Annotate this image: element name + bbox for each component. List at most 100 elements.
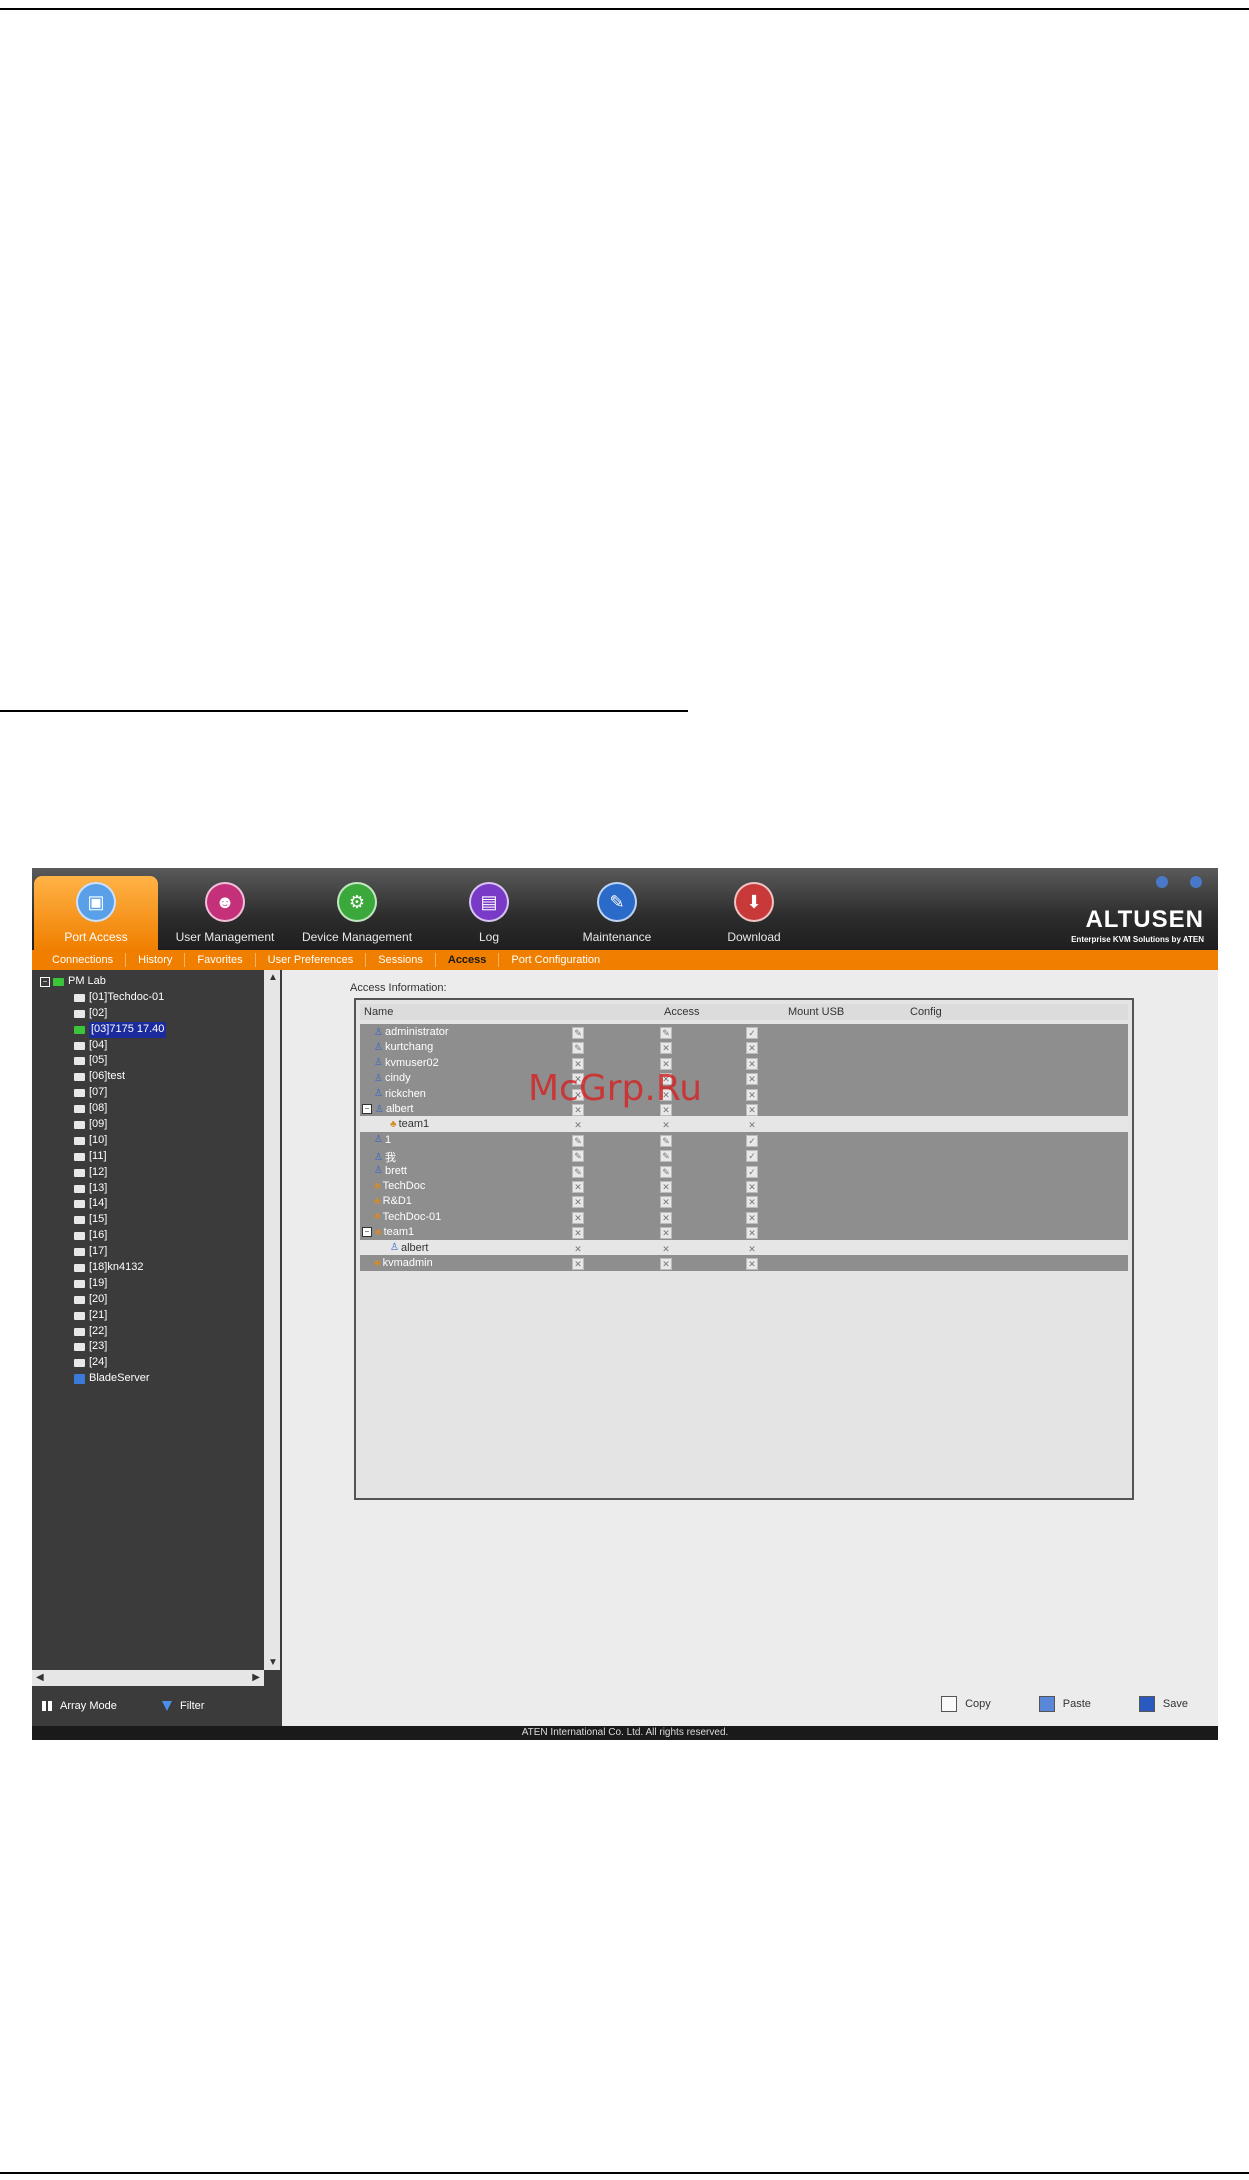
tree-port-item[interactable]: [04]	[40, 1038, 270, 1054]
config-checkbox[interactable]: ✓	[746, 1165, 758, 1178]
usb-checkbox[interactable]: ✎	[660, 1134, 672, 1147]
scroll-left-icon[interactable]: ◀	[36, 1672, 44, 1683]
tab-user-preferences[interactable]: User Preferences	[256, 953, 367, 967]
table-row[interactable]: ♙ 1 ✎ ✎ ✓	[360, 1131, 1128, 1148]
config-checkbox[interactable]: ✓	[746, 1150, 758, 1163]
tree-port-item[interactable]: [11]	[40, 1149, 270, 1165]
tree-port-item[interactable]: [17]	[40, 1244, 270, 1260]
usb-checkbox[interactable]: ✕	[660, 1042, 672, 1055]
tree-port-item[interactable]: [01]Techdoc-01	[40, 990, 270, 1006]
tree-port-item[interactable]: [20]	[40, 1292, 270, 1308]
config-checkbox[interactable]: ✕	[746, 1211, 758, 1224]
tab-favorites[interactable]: Favorites	[185, 953, 256, 967]
access-checkbox[interactable]: ✕	[572, 1227, 584, 1240]
access-checkbox[interactable]: ✕	[572, 1211, 584, 1224]
tree-port-item[interactable]: [10]	[40, 1133, 270, 1149]
access-checkbox[interactable]: ✕	[572, 1119, 584, 1131]
config-checkbox[interactable]: ✕	[746, 1258, 758, 1270]
usb-checkbox[interactable]: ✕	[660, 1211, 672, 1224]
table-row[interactable]: ♙ administrator ✎ ✎ ✓	[360, 1024, 1128, 1040]
collapse-icon[interactable]: −	[362, 1104, 372, 1114]
nav-user-management[interactable]: ☻ User Management	[162, 876, 288, 950]
access-checkbox[interactable]: ✕	[572, 1196, 584, 1209]
tab-connections[interactable]: Connections	[32, 953, 127, 967]
usb-checkbox[interactable]: ✕	[660, 1196, 672, 1209]
nav-log[interactable]: ▤ Log	[444, 876, 534, 950]
config-checkbox[interactable]: ✓	[746, 1027, 758, 1039]
tree-port-item[interactable]: [06]test	[40, 1069, 270, 1085]
tree-port-item[interactable]: [12]	[40, 1165, 270, 1181]
tab-history[interactable]: History	[126, 953, 186, 967]
access-checkbox[interactable]: ✎	[572, 1042, 584, 1055]
access-checkbox[interactable]: ✕	[572, 1181, 584, 1193]
config-checkbox[interactable]: ✕	[746, 1042, 758, 1055]
filter-button[interactable]: Filter	[162, 1700, 204, 1712]
paste-button[interactable]: Paste	[1038, 1696, 1091, 1712]
tab-port-configuration[interactable]: Port Configuration	[499, 953, 612, 967]
config-checkbox[interactable]: ✕	[746, 1243, 758, 1255]
col-mount-usb[interactable]: Mount USB	[788, 1006, 844, 1018]
config-checkbox[interactable]: ✕	[746, 1104, 758, 1116]
access-checkbox[interactable]: ✕	[572, 1243, 584, 1255]
save-button[interactable]: Save	[1138, 1696, 1188, 1712]
access-checkbox[interactable]: ✎	[572, 1150, 584, 1163]
tree-port-item[interactable]: [15]	[40, 1212, 270, 1228]
help-icon[interactable]	[1156, 876, 1168, 888]
tree-port-item[interactable]: [07]	[40, 1085, 270, 1101]
config-checkbox[interactable]: ✕	[746, 1088, 758, 1101]
tree-port-item[interactable]: [22]	[40, 1324, 270, 1340]
tree-port-item[interactable]: [21]	[40, 1308, 270, 1324]
tree-port-item[interactable]: [24]	[40, 1355, 270, 1371]
scroll-down-icon[interactable]: ▼	[268, 1657, 278, 1668]
usb-checkbox[interactable]: ✕	[660, 1181, 672, 1193]
tree-port-item[interactable]: [09]	[40, 1117, 270, 1133]
table-row[interactable]: ♙ cindy ✕ ✕ ✕	[360, 1070, 1128, 1087]
config-checkbox[interactable]: ✕	[746, 1073, 758, 1086]
tree-port-item[interactable]: [02]	[40, 1006, 270, 1022]
config-checkbox[interactable]: ✓	[746, 1134, 758, 1147]
nav-device-management[interactable]: ⚙ Device Management	[290, 876, 424, 950]
tree-port-item[interactable]: [05]	[40, 1053, 270, 1069]
col-name[interactable]: Name	[364, 1006, 393, 1018]
tree-port-item[interactable]: [16]	[40, 1228, 270, 1244]
table-row[interactable]: ♙ kvmuser02 ✕ ✕ ✕	[360, 1054, 1128, 1071]
table-row[interactable]: ♙ albert ✕ ✕ ✕	[360, 1239, 1128, 1256]
table-row[interactable]: ♣ kvmadmin ✕ ✕ ✕	[360, 1255, 1128, 1271]
config-checkbox[interactable]: ✕	[746, 1227, 758, 1240]
col-access[interactable]: Access	[664, 1006, 699, 1018]
config-checkbox[interactable]: ✕	[746, 1196, 758, 1209]
tree-port-item[interactable]: [03]7175 17.40	[40, 1021, 270, 1038]
collapse-icon[interactable]: −	[40, 976, 50, 987]
table-row[interactable]: ♙ rickchen ✕ ✕ ✕	[360, 1085, 1128, 1102]
access-checkbox[interactable]: ✕	[572, 1258, 584, 1270]
table-row[interactable]: ♣ TechDoc-01 ✕ ✕ ✕	[360, 1208, 1128, 1225]
tree-horizontal-scrollbar[interactable]: ◀ ▶	[32, 1670, 264, 1686]
collapse-icon[interactable]: −	[362, 1227, 372, 1238]
config-checkbox[interactable]: ✕	[746, 1181, 758, 1193]
table-row[interactable]: ♙ 我 ✎ ✎ ✓	[360, 1147, 1128, 1164]
access-checkbox[interactable]: ✎	[572, 1134, 584, 1147]
table-row[interactable]: ♣ TechDoc ✕ ✕ ✕	[360, 1178, 1128, 1194]
usb-checkbox[interactable]: ✕	[660, 1258, 672, 1270]
table-row[interactable]: ♣ team1 ✕ ✕ ✕	[360, 1116, 1128, 1133]
tree-vertical-scrollbar[interactable]: ▲ ▼	[264, 970, 280, 1670]
tree-port-item[interactable]: [18]kn4132	[40, 1260, 270, 1276]
tree-port-item[interactable]: [14]	[40, 1196, 270, 1212]
tree-root[interactable]: − PM Lab	[40, 974, 270, 990]
usb-checkbox[interactable]: ✎	[660, 1027, 672, 1039]
array-mode-button[interactable]: Array Mode	[42, 1700, 117, 1712]
table-row[interactable]: − ♣ team1 ✕ ✕ ✕	[360, 1224, 1128, 1241]
copy-button[interactable]: Copy	[941, 1696, 991, 1712]
tab-sessions[interactable]: Sessions	[366, 953, 436, 967]
config-checkbox[interactable]: ✕	[746, 1057, 758, 1070]
config-checkbox[interactable]: ✕	[746, 1119, 758, 1131]
tree-blade-server[interactable]: BladeServer	[40, 1371, 270, 1387]
usb-checkbox[interactable]: ✕	[660, 1227, 672, 1240]
nav-port-access[interactable]: ▣ Port Access	[34, 876, 158, 950]
tree-port-item[interactable]: [13]	[40, 1181, 270, 1197]
nav-download[interactable]: ⬇ Download	[704, 876, 804, 950]
table-row[interactable]: ♙ kurtchang ✎ ✕ ✕	[360, 1039, 1128, 1056]
tab-access[interactable]: Access	[436, 953, 500, 967]
scroll-up-icon[interactable]: ▲	[268, 972, 278, 983]
usb-checkbox[interactable]: ✎	[660, 1165, 672, 1178]
